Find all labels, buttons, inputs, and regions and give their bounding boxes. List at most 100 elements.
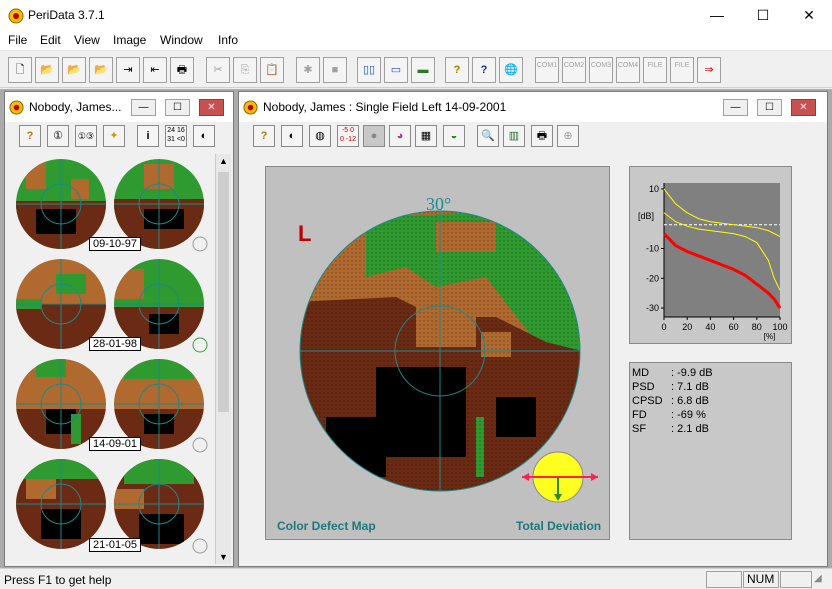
left-window-title-bar[interactable]: Nobody, James... — ☐ ✕ bbox=[5, 92, 233, 122]
resize-grip-icon[interactable]: ◢ bbox=[814, 573, 822, 584]
right-greyscale-button[interactable]: ◐ bbox=[281, 125, 303, 147]
export-button[interactable]: ⇤ bbox=[143, 57, 167, 83]
close-button[interactable]: ✕ bbox=[786, 0, 832, 31]
right-grid-button[interactable]: ▦ bbox=[415, 125, 437, 147]
left-help-button[interactable]: ? bbox=[19, 125, 41, 147]
right-dots-button[interactable]: ◍ bbox=[309, 125, 331, 147]
paste-button[interactable]: 📋 bbox=[260, 57, 284, 83]
right-color-map-button[interactable]: ◕ bbox=[389, 125, 411, 147]
exam-date-label[interactable]: 14-09-01 bbox=[89, 437, 142, 451]
field-display-panel: L 30° Color Defect Map Total Deviation bbox=[265, 166, 610, 540]
info-icon: i bbox=[146, 130, 150, 142]
stat-label: CPSD bbox=[632, 395, 663, 407]
cut-button[interactable]: ✂ bbox=[206, 57, 230, 83]
bug-icon: ✱ bbox=[303, 64, 313, 76]
right-bebie-button[interactable]: ▥ bbox=[503, 125, 525, 147]
left-info-button[interactable]: i bbox=[137, 125, 159, 147]
menu-view[interactable]: View bbox=[74, 33, 100, 47]
right-window-minimize-button[interactable]: — bbox=[723, 99, 748, 116]
mini-fields-panel bbox=[16, 159, 208, 554]
com4-button[interactable]: COM4 bbox=[616, 57, 640, 83]
tile-vertical-button[interactable]: ▯▯ bbox=[357, 57, 381, 83]
monitor-button[interactable]: ▬ bbox=[411, 57, 435, 83]
print-button[interactable]: 🖶 bbox=[170, 57, 194, 83]
scroll-up-arrow-icon[interactable]: ▲ bbox=[219, 156, 228, 166]
menu-edit[interactable]: Edit bbox=[40, 33, 61, 47]
file2-button[interactable]: FILE bbox=[670, 57, 694, 83]
bug-button[interactable]: ✱ bbox=[296, 57, 320, 83]
exam-date-label[interactable]: 21-01-05 bbox=[89, 538, 142, 552]
stat-value: : 2.1 dB bbox=[671, 423, 709, 435]
right-window-title-bar[interactable]: Nobody, James : Single Field Left 14-09-… bbox=[239, 92, 827, 122]
right-window-maximize-button[interactable]: ☐ bbox=[757, 99, 782, 116]
right-crosshair-button[interactable]: ⊕ bbox=[557, 125, 579, 147]
maximize-button[interactable]: ☐ bbox=[740, 0, 786, 31]
y-tick-label: 10 bbox=[649, 184, 659, 194]
scroll-down-arrow-icon[interactable]: ▼ bbox=[219, 552, 228, 562]
menu-window[interactable]: Window bbox=[160, 33, 203, 47]
mini-status-icon bbox=[192, 236, 208, 252]
mini-field-2-left[interactable] bbox=[16, 259, 106, 349]
right-zoom-button[interactable]: 🔍 bbox=[477, 125, 499, 147]
menu-info[interactable]: Info bbox=[218, 33, 238, 47]
com1-button[interactable]: COM1 bbox=[535, 57, 559, 83]
single-field-icon: ① bbox=[53, 130, 63, 142]
minimize-button[interactable]: — bbox=[694, 0, 740, 31]
stat-label: MD bbox=[632, 367, 650, 379]
left-single-button[interactable]: ① bbox=[47, 125, 69, 147]
left-window-minimize-button[interactable]: — bbox=[131, 99, 156, 116]
open-green-button[interactable]: 📂 bbox=[62, 57, 86, 83]
com3-button[interactable]: COM3 bbox=[589, 57, 613, 83]
left-numeric-button[interactable]: 24 16 31 <0 bbox=[165, 125, 187, 147]
menu-file[interactable]: File bbox=[8, 33, 27, 47]
right-numeric-button[interactable]: -5 0 0 -12 bbox=[337, 125, 359, 147]
app-title: PeriData 3.7.1 bbox=[28, 8, 105, 22]
color-defect-map-caption: Color Defect Map bbox=[277, 519, 376, 533]
mini-field-4-right[interactable] bbox=[114, 459, 204, 549]
left-window-close-button[interactable]: ✕ bbox=[199, 99, 224, 116]
exam-date-label[interactable]: 09-10-97 bbox=[89, 237, 142, 251]
mini-field-3-left[interactable] bbox=[16, 359, 106, 449]
new-button[interactable]: 🗋 bbox=[8, 57, 32, 83]
import-button[interactable]: ⇥ bbox=[116, 57, 140, 83]
right-help-button[interactable]: ? bbox=[253, 125, 275, 147]
web-button[interactable]: 🌐 bbox=[499, 57, 523, 83]
open-button[interactable]: 📂 bbox=[35, 57, 59, 83]
stop-button[interactable]: ■ bbox=[323, 57, 347, 83]
right-print-button[interactable]: 🖶 bbox=[531, 125, 553, 147]
open-disabled-button[interactable]: 📂 bbox=[89, 57, 113, 83]
new-icon: 🗋 bbox=[15, 64, 25, 76]
file-button[interactable]: FILE bbox=[643, 57, 667, 83]
mini-field-2-right[interactable] bbox=[114, 259, 204, 349]
mini-field-1-right[interactable] bbox=[114, 159, 204, 249]
mini-field-4-left[interactable] bbox=[16, 459, 106, 549]
left-progression-button[interactable]: ✦ bbox=[103, 125, 125, 147]
right-window-close-button[interactable]: ✕ bbox=[791, 99, 816, 116]
mini-field-1-left[interactable] bbox=[16, 159, 106, 249]
left-window-scrollbar[interactable]: ▲ ▼ bbox=[215, 154, 231, 564]
left-window-maximize-button[interactable]: ☐ bbox=[165, 99, 190, 116]
scrollbar-thumb[interactable] bbox=[218, 172, 229, 412]
menu-image[interactable]: Image bbox=[113, 33, 146, 47]
bebie-curve-panel: 10 -10 -20 -30 0 20 40 60 80 100 [dB] [%] bbox=[629, 166, 792, 344]
com2-button[interactable]: COM2 bbox=[562, 57, 586, 83]
right-hill-button[interactable]: ◒ bbox=[443, 125, 465, 147]
left-overview-button[interactable]: ①③ bbox=[75, 125, 97, 147]
status-message: Press F1 to get help bbox=[4, 573, 112, 587]
mini-field-3-right[interactable] bbox=[114, 359, 204, 449]
tile-horizontal-button[interactable]: ▭ bbox=[384, 57, 408, 83]
greyscale-icon: ◐ bbox=[200, 130, 208, 142]
x-tick-label: 100 bbox=[772, 322, 787, 332]
key-button[interactable]: ⇒ bbox=[697, 57, 721, 83]
copy-button[interactable]: ⎘ bbox=[233, 57, 257, 83]
left-greyscale-button[interactable]: ◐ bbox=[193, 125, 215, 147]
exam-date-label[interactable]: 28-01-98 bbox=[89, 337, 142, 351]
angle-label: 30° bbox=[426, 194, 452, 214]
right-grey-circle-button[interactable]: ● bbox=[363, 125, 385, 147]
mini-status-icon bbox=[192, 437, 208, 453]
eye-side-label: L bbox=[298, 221, 312, 246]
print-icon: 🖶 bbox=[536, 130, 548, 142]
help-button[interactable]: ? bbox=[445, 57, 469, 83]
context-help-button[interactable]: ? bbox=[472, 57, 496, 83]
app-logo-icon bbox=[8, 8, 24, 24]
